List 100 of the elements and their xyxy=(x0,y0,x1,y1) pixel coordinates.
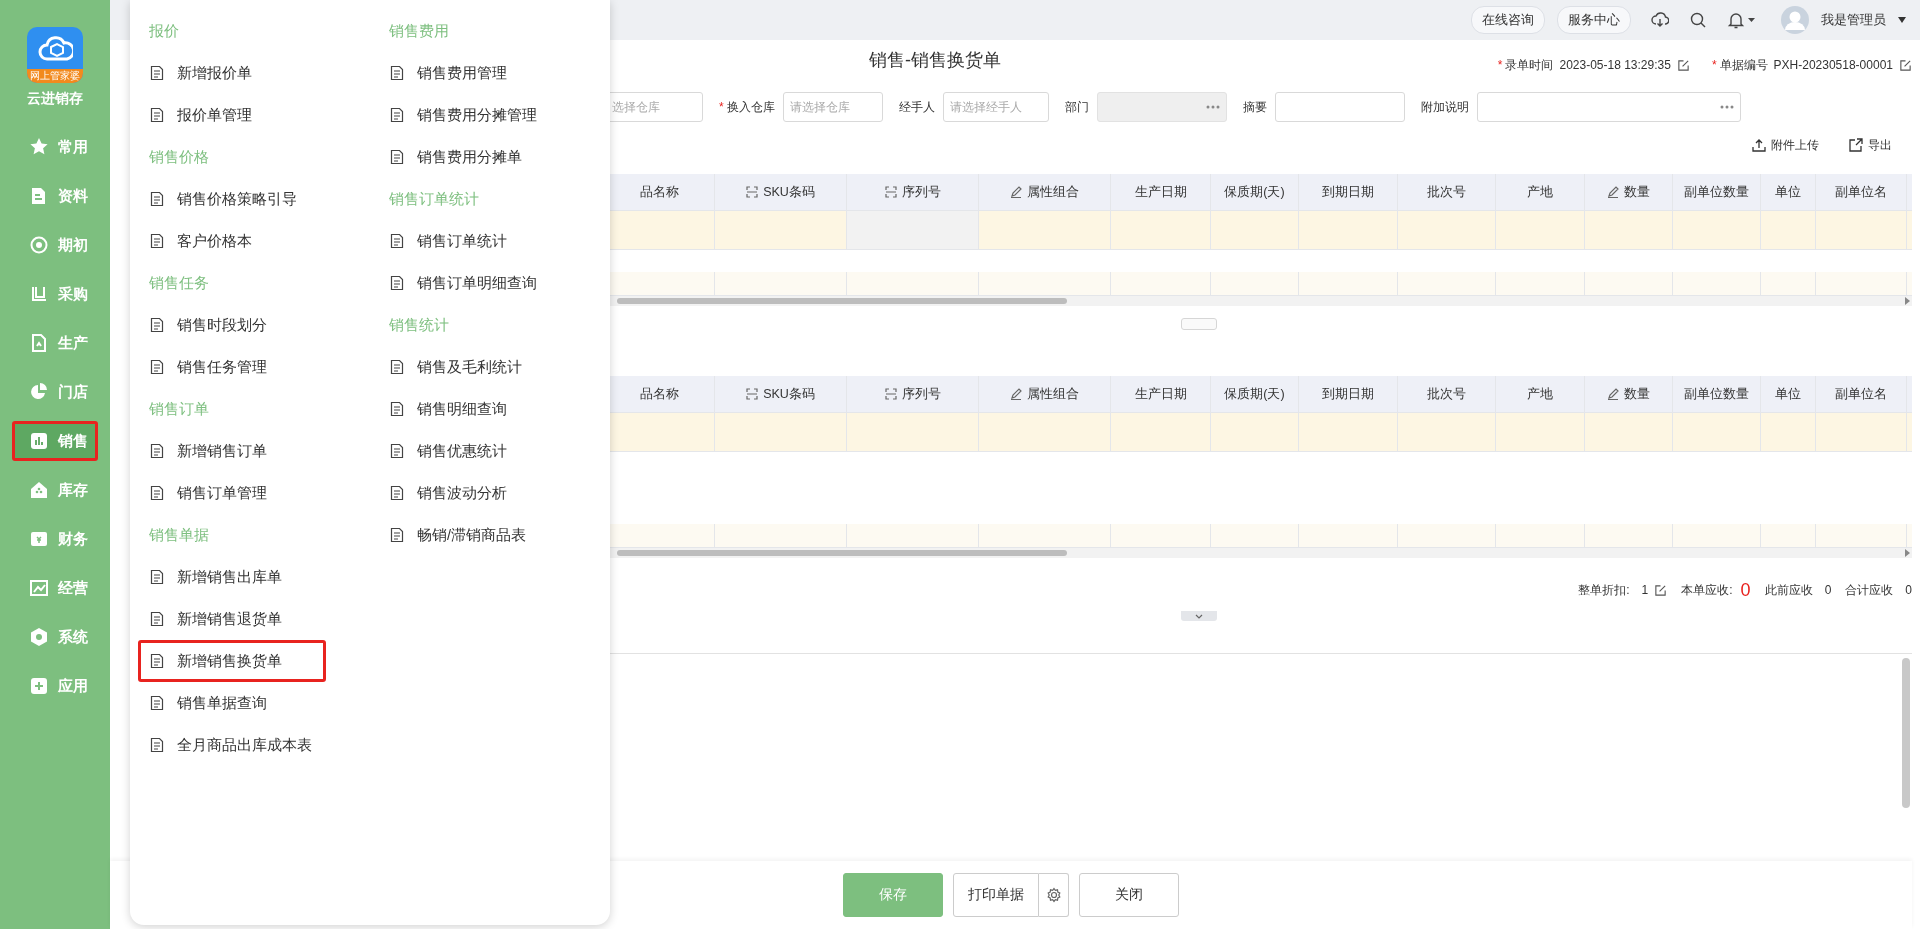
column-header: SKU条码 xyxy=(715,376,847,413)
menu-item[interactable]: 新增销售订单 xyxy=(138,430,326,472)
document-icon xyxy=(389,65,405,81)
document-icon xyxy=(389,485,405,501)
bell-icon[interactable] xyxy=(1727,11,1755,29)
book-icon xyxy=(29,284,49,304)
menu-item[interactable]: 新增报价单 xyxy=(138,52,326,94)
column-header: 属性组合 xyxy=(979,376,1111,413)
star-icon xyxy=(29,137,49,157)
column-header: 生产日期 xyxy=(1111,376,1211,413)
menu-item[interactable]: 销售时段划分 xyxy=(138,304,326,346)
menu-group-title: 销售价格 xyxy=(148,147,210,167)
menu-item[interactable]: 销售明细查询 xyxy=(378,388,566,430)
menu-group-title: 销售费用 xyxy=(388,21,450,41)
cloud-download-icon[interactable] xyxy=(1651,11,1669,29)
search-icon[interactable] xyxy=(1689,11,1707,29)
file-icon xyxy=(29,333,49,353)
menu-item[interactable]: 销售波动分析 xyxy=(378,472,566,514)
menu-item[interactable]: 销售订单统计 xyxy=(378,220,566,262)
document-icon xyxy=(389,107,405,123)
required-mark: * xyxy=(719,99,724,114)
upload-icon xyxy=(1752,138,1766,152)
column-header: 单位 xyxy=(1761,376,1816,413)
scan-icon xyxy=(746,388,759,400)
edit-icon[interactable] xyxy=(1899,58,1912,72)
menu-item[interactable]: 新增销售换货单 xyxy=(138,640,326,682)
menu-item[interactable]: 销售价格策略引导 xyxy=(138,178,326,220)
document-icon xyxy=(389,149,405,165)
avatar-icon[interactable] xyxy=(1781,6,1809,34)
menu-item[interactable]: 销售费用分摊管理 xyxy=(378,94,566,136)
cloud-box-icon xyxy=(37,33,73,63)
splitter-handle[interactable] xyxy=(1180,318,1217,330)
menu-item[interactable]: 销售费用分摊单 xyxy=(378,136,566,178)
collapse-handle[interactable] xyxy=(1180,611,1217,621)
menu-group-title: 销售订单 xyxy=(148,399,210,419)
topbar-button[interactable]: 在线咨询 xyxy=(1471,6,1545,34)
edit-icon[interactable] xyxy=(1654,583,1668,597)
column-header: 数量 xyxy=(1585,376,1673,413)
menu-item[interactable]: 销售单据查询 xyxy=(138,682,326,724)
column-header: 属性组合 xyxy=(979,174,1111,211)
picker-field[interactable] xyxy=(1476,92,1741,122)
pencil-icon xyxy=(1607,186,1619,198)
action-link[interactable]: 导出 xyxy=(1849,136,1892,154)
menu-item[interactable]: 客户价格本 xyxy=(138,220,326,262)
scan-icon xyxy=(884,388,897,400)
document-icon xyxy=(389,233,405,249)
settings-icon xyxy=(1045,887,1062,903)
more-icon[interactable] xyxy=(1719,105,1734,109)
document-icon xyxy=(389,443,405,459)
document-icon xyxy=(149,737,165,753)
summary-label: 此前应收 xyxy=(1764,581,1813,599)
column-header: 序列号 xyxy=(847,174,979,211)
caret-icon xyxy=(1194,613,1203,619)
pencil-icon xyxy=(1010,388,1022,400)
user-name[interactable]: 我是管理员 xyxy=(1821,11,1886,29)
menu-item[interactable]: 销售费用管理 xyxy=(378,52,566,94)
menu-item[interactable]: 销售任务管理 xyxy=(138,346,326,388)
column-header: 副单位名 xyxy=(1816,376,1907,413)
menu-group-title: 销售任务 xyxy=(148,273,210,293)
menu-item[interactable]: 销售订单管理 xyxy=(138,472,326,514)
edit-icon[interactable] xyxy=(1676,58,1690,72)
menu-group-title: 销售订单统计 xyxy=(388,189,480,209)
meta-value: 2023-05-18 13:29:35 xyxy=(1559,58,1671,72)
input-field[interactable] xyxy=(1274,92,1405,122)
required-mark: * xyxy=(1497,58,1503,72)
column-header: 生产日期 xyxy=(1111,174,1211,211)
wallet-icon xyxy=(29,529,49,549)
bar-chart-icon xyxy=(29,431,49,451)
pencil-icon xyxy=(1010,186,1022,198)
summary-label: 本单应收: xyxy=(1681,581,1733,599)
field-label: 经手人 xyxy=(898,99,935,114)
menu-item[interactable]: 报价单管理 xyxy=(138,94,326,136)
topbar-button[interactable]: 服务中心 xyxy=(1557,6,1631,34)
column-header: 到期日期 xyxy=(1299,174,1398,211)
field-label: 摘要 xyxy=(1242,99,1267,114)
menu-item[interactable]: 畅销/滞销商品表 xyxy=(378,514,566,556)
meta-value: PXH-20230518-00001 xyxy=(1773,58,1893,72)
meta-label: 录单时间 xyxy=(1505,56,1554,74)
menu-item[interactable]: 销售订单明细查询 xyxy=(378,262,566,304)
column-header: 产地 xyxy=(1496,174,1585,211)
caret-icon[interactable] xyxy=(1898,17,1906,23)
summary-value: 0 xyxy=(1740,579,1751,601)
vertical-scrollbar[interactable] xyxy=(1902,658,1910,808)
plus-icon xyxy=(29,676,49,696)
menu-item[interactable]: 全月商品出库成本表 xyxy=(138,724,326,766)
menu-item[interactable]: 新增销售退货单 xyxy=(138,598,326,640)
document-icon xyxy=(149,107,165,123)
menu-item[interactable]: 销售及毛利统计 xyxy=(378,346,566,388)
document-icon xyxy=(389,527,405,543)
print-settings-button[interactable] xyxy=(1039,873,1069,917)
menu-item[interactable]: 销售优惠统计 xyxy=(378,430,566,472)
document-icon xyxy=(149,443,165,459)
close-button[interactable]: 关闭 xyxy=(1079,873,1179,917)
column-header: 数量 xyxy=(1585,174,1673,211)
summary-label: 整单折扣: xyxy=(1578,581,1630,599)
document-icon xyxy=(149,695,165,711)
action-link[interactable]: 附件上传 xyxy=(1752,136,1819,154)
print-button[interactable]: 打印单据 xyxy=(953,873,1039,917)
menu-item[interactable]: 新增销售出库单 xyxy=(138,556,326,598)
meta-label: 单据编号 xyxy=(1719,56,1768,74)
